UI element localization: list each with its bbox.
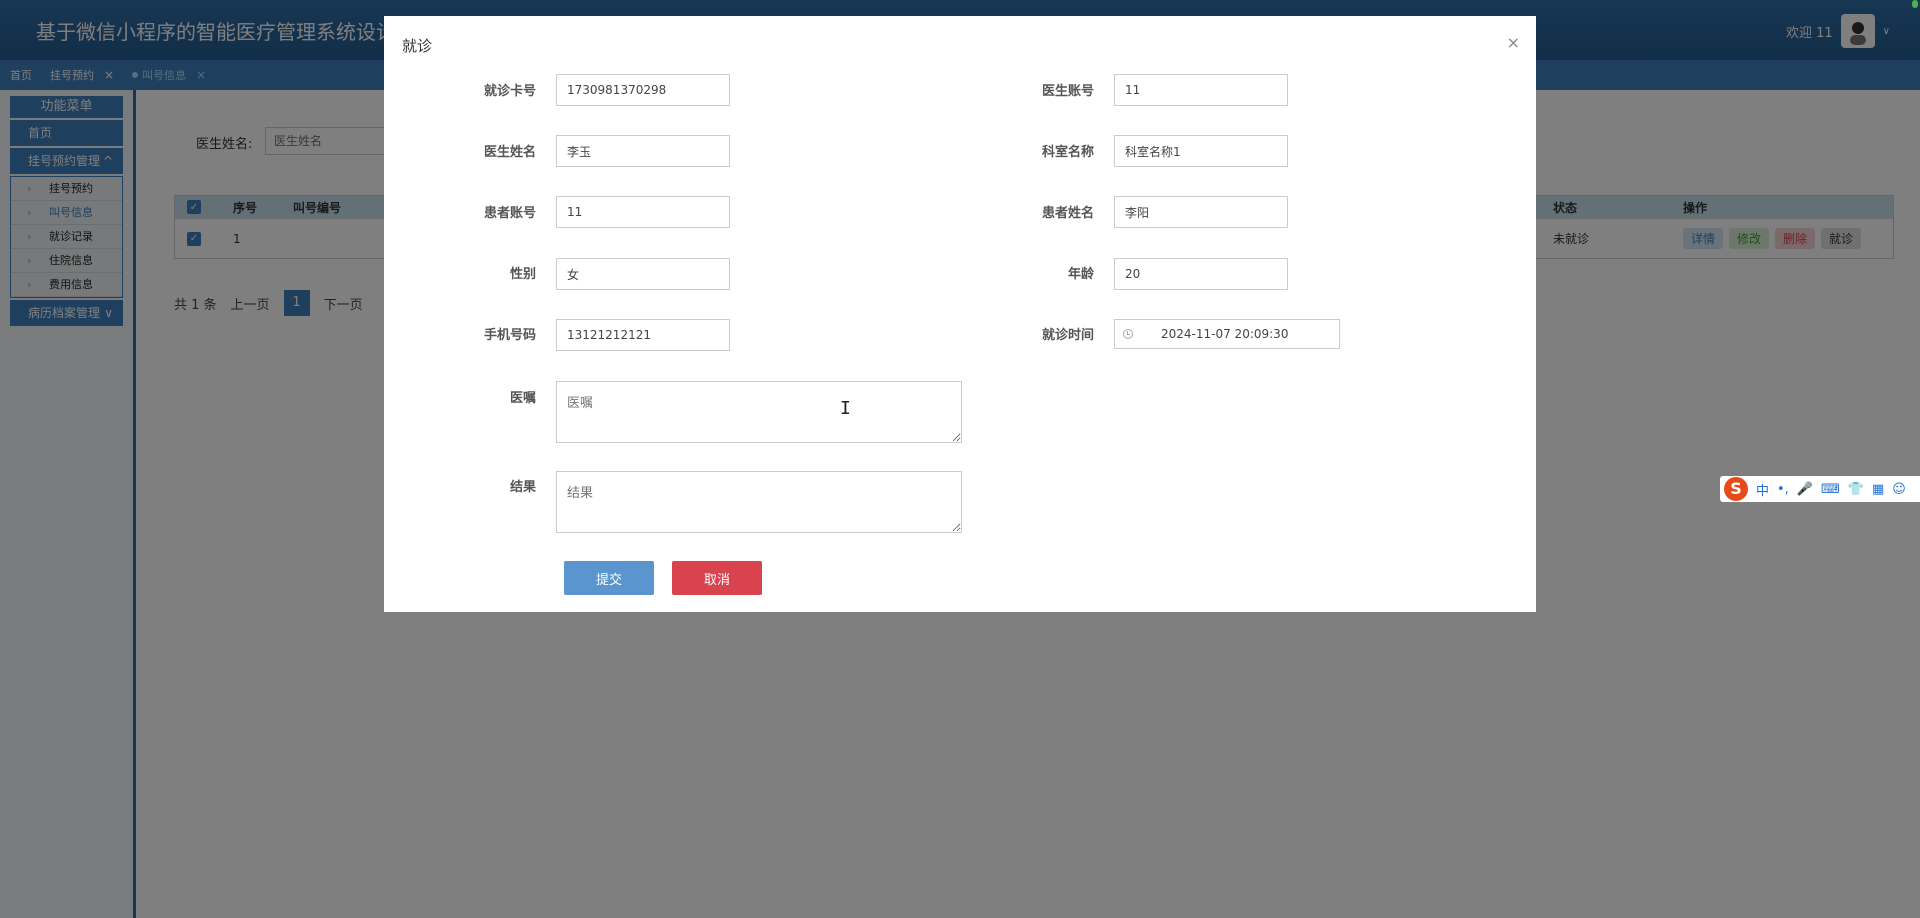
age-label: 年龄	[1067, 267, 1094, 282]
cancel-button[interactable]: 取消	[672, 561, 762, 595]
visit-dialog: 就诊 × 就诊卡号 医生账号 医生姓名 科室名称 患者账号 患者姓名 性别 年龄…	[384, 16, 1536, 612]
age-input[interactable]	[1114, 258, 1288, 290]
department-label: 科室名称	[1041, 145, 1094, 160]
keyboard-icon[interactable]: ⌨	[1821, 482, 1840, 497]
result-label: 结果	[509, 480, 536, 495]
sogou-logo-icon[interactable]: S	[1724, 477, 1748, 501]
microphone-icon[interactable]: 🎤	[1797, 482, 1813, 497]
card-number-input[interactable]	[556, 74, 730, 106]
punctuation-icon[interactable]: •,	[1777, 482, 1789, 497]
dialog-title: 就诊	[402, 37, 433, 55]
skin-icon[interactable]: 👕	[1848, 482, 1864, 497]
doctor-name-input[interactable]	[556, 135, 730, 167]
department-input[interactable]	[1114, 135, 1288, 167]
gender-input[interactable]	[556, 258, 730, 290]
doctor-name-label: 医生姓名	[483, 145, 536, 160]
clock-icon	[1123, 329, 1133, 339]
visit-time-picker[interactable]: 2024-11-07 20:09:30	[1114, 319, 1340, 349]
patient-name-input[interactable]	[1114, 196, 1288, 228]
submit-button[interactable]: 提交	[564, 561, 654, 595]
visit-time-value: 2024-11-07 20:09:30	[1161, 327, 1289, 341]
card-label: 就诊卡号	[483, 84, 536, 99]
advice-label: 医嘱	[509, 391, 536, 406]
gender-label: 性别	[509, 267, 536, 282]
patient-account-label: 患者账号	[483, 206, 536, 221]
doctor-account-input[interactable]	[1114, 74, 1288, 106]
chinese-mode-icon[interactable]: 中	[1756, 480, 1769, 499]
emoji-icon[interactable]: ☺	[1892, 482, 1906, 497]
text-cursor-icon: I	[840, 398, 851, 419]
phone-input[interactable]	[556, 319, 730, 351]
status-dot-icon	[1912, 0, 1918, 8]
toolbox-icon[interactable]: ▦	[1872, 482, 1884, 497]
result-textarea[interactable]	[556, 471, 962, 533]
ime-toolbar: S 中 •, 🎤 ⌨ 👕 ▦ ☺	[1720, 476, 1920, 502]
phone-label: 手机号码	[483, 328, 536, 343]
advice-textarea[interactable]	[556, 381, 962, 443]
doctor-account-label: 医生账号	[1041, 84, 1094, 99]
patient-name-label: 患者姓名	[1041, 206, 1094, 221]
visit-time-label: 就诊时间	[1041, 328, 1094, 343]
patient-account-input[interactable]	[556, 196, 730, 228]
close-icon[interactable]: ×	[1507, 33, 1520, 52]
